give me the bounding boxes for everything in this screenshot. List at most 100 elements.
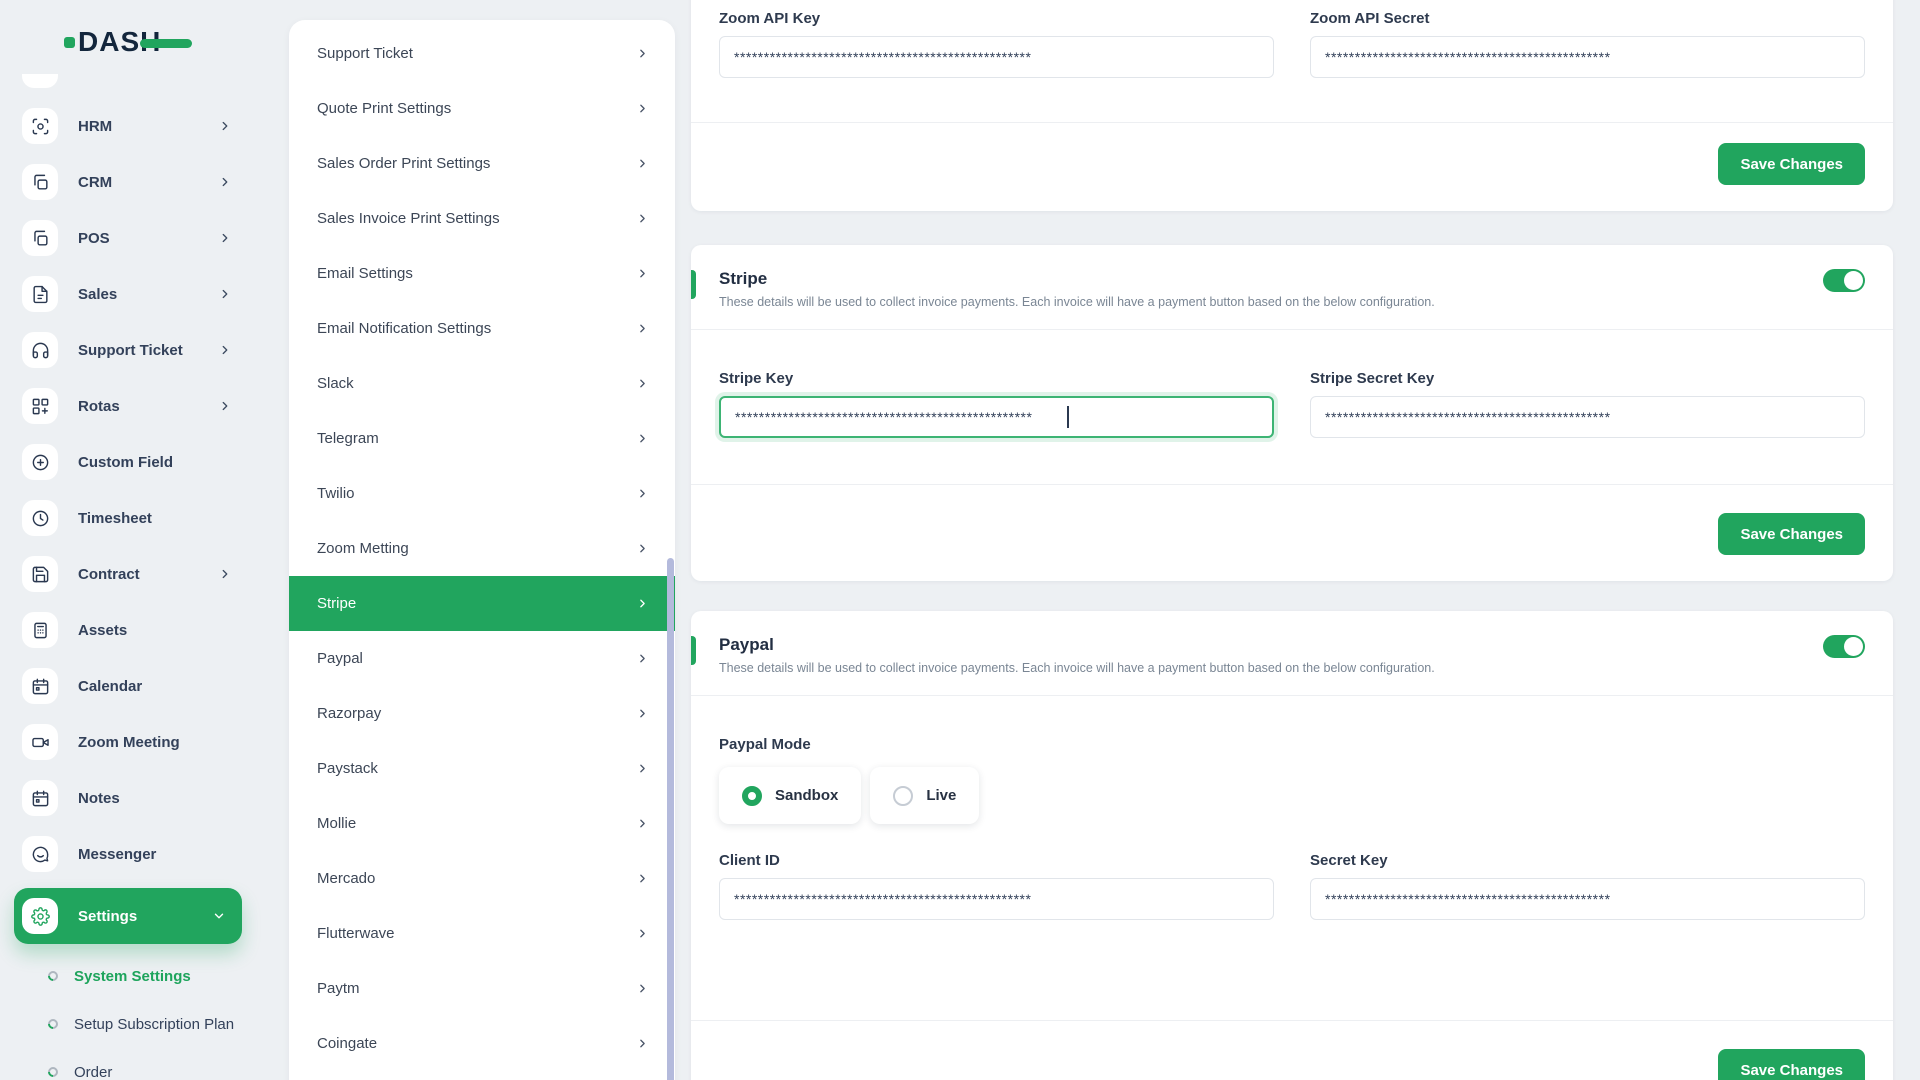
radio-selected-icon: [742, 785, 762, 806]
sidebar-item-label: Messenger: [78, 845, 157, 863]
bullet-icon: [45, 968, 61, 984]
sidebar-item-pos[interactable]: POS: [14, 210, 258, 266]
settings-nav-razorpay[interactable]: Razorpay: [289, 686, 675, 741]
grid-plus-icon: [22, 388, 58, 424]
sidebar-item-assets[interactable]: Assets: [14, 602, 258, 658]
settings-nav-coingate[interactable]: Coingate: [289, 1016, 675, 1071]
settings-nav-sales-invoice-print-settings[interactable]: Sales Invoice Print Settings: [289, 191, 675, 246]
chevron-right-icon: [636, 102, 649, 115]
save-changes-button[interactable]: Save Changes: [1718, 143, 1865, 185]
sidebar-item-order[interactable]: Order: [14, 1048, 258, 1080]
settings-nav-email-settings[interactable]: Email Settings: [289, 246, 675, 301]
sidebar-item-label: Timesheet: [78, 509, 152, 527]
sidebar-item-zoom-meeting[interactable]: Zoom Meeting: [14, 714, 258, 770]
paypal-client-id-field: Client ID: [719, 852, 1274, 920]
sidebar-item-crm[interactable]: CRM: [14, 154, 258, 210]
chevron-right-icon: [218, 287, 232, 301]
sidebar-item-notes[interactable]: Notes: [14, 770, 258, 826]
radio-unselected-icon: [893, 785, 914, 806]
save-changes-button[interactable]: Save Changes: [1718, 513, 1865, 555]
message-icon: [22, 836, 58, 872]
paypal-client-id-input[interactable]: [719, 878, 1274, 920]
sidebar-item-settings[interactable]: Settings: [14, 888, 242, 944]
settings-nav-paystack[interactable]: Paystack: [289, 741, 675, 796]
chevron-right-icon: [636, 432, 649, 445]
settings-nav-telegram[interactable]: Telegram: [289, 411, 675, 466]
zoom-settings-card: Zoom API Key Zoom API Secret Save Change…: [691, 0, 1893, 211]
settings-nav-paytm[interactable]: Paytm: [289, 961, 675, 1016]
stripe-secret-key-field: Stripe Secret Key: [1310, 370, 1865, 438]
settings-nav-email-notification-settings[interactable]: Email Notification Settings: [289, 301, 675, 356]
accent-bar: [691, 636, 696, 665]
chevron-right-icon: [636, 377, 649, 390]
chevron-right-icon: [636, 762, 649, 775]
stripe-key-field: Stripe Key: [719, 370, 1274, 438]
paypal-mode-sandbox-option[interactable]: Sandbox: [719, 767, 862, 824]
stripe-enable-toggle[interactable]: [1823, 269, 1865, 292]
zoom-api-key-input[interactable]: [719, 36, 1274, 78]
chevron-right-icon: [636, 1037, 649, 1050]
settings-nav-mollie[interactable]: Mollie: [289, 796, 675, 851]
settings-nav-quote-print-settings[interactable]: Quote Print Settings: [289, 81, 675, 136]
settings-nav-sales-order-print-settings[interactable]: Sales Order Print Settings: [289, 136, 675, 191]
paypal-mode-live-option[interactable]: Live: [870, 767, 980, 824]
sidebar-item-label: Contract: [78, 565, 140, 583]
stripe-key-input[interactable]: [719, 396, 1274, 438]
sidebar-item-setup-subscription-plan[interactable]: Setup Subscription Plan: [14, 1000, 258, 1048]
brand-logo[interactable]: DASH: [64, 20, 258, 64]
settings-nav-flutterwave[interactable]: Flutterwave: [289, 906, 675, 961]
chevron-right-icon: [218, 175, 232, 189]
card-title: Paypal: [719, 635, 774, 654]
paypal-secret-key-input[interactable]: [1310, 878, 1865, 920]
chevron-right-icon: [636, 47, 649, 60]
sidebar-item-hrm[interactable]: HRM: [14, 98, 258, 154]
sidebar-item-label: Support Ticket: [78, 341, 183, 359]
sidebar-item-support-ticket[interactable]: Support Ticket: [14, 322, 258, 378]
calendar-icon: [22, 780, 58, 816]
sidebar-item-label: Sales: [78, 285, 118, 303]
settings-nav-paypal[interactable]: Paypal: [289, 631, 675, 686]
save-icon: [22, 556, 58, 592]
paypal-enable-toggle[interactable]: [1823, 635, 1865, 658]
sidebar-item-calendar[interactable]: Calendar: [14, 658, 258, 714]
sidebar-item-messenger[interactable]: Messenger: [14, 826, 258, 882]
settings-nav-zoom-meeting[interactable]: Zoom Metting: [289, 521, 675, 576]
settings-nav-support-ticket[interactable]: Support Ticket: [289, 26, 675, 81]
panel-scrollbar-thumb[interactable]: [667, 558, 674, 1080]
chevron-right-icon: [636, 322, 649, 335]
settings-sub-nav: System Settings Setup Subscription Plan …: [14, 952, 258, 1080]
stripe-settings-card: Stripe These details will be used to col…: [691, 245, 1893, 581]
chevron-right-icon: [636, 927, 649, 940]
card-title: Stripe: [719, 269, 768, 288]
paypal-mode-label: Paypal Mode: [719, 736, 811, 753]
sidebar-item-label: Zoom Meeting: [78, 733, 180, 751]
chevron-right-icon: [218, 343, 232, 357]
video-camera-icon: [22, 724, 58, 760]
sidebar-item-sales[interactable]: Sales: [14, 266, 258, 322]
save-changes-button[interactable]: Save Changes: [1718, 1049, 1865, 1080]
zoom-api-secret-input[interactable]: [1310, 36, 1865, 78]
sidebar-item-timesheet[interactable]: Timesheet: [14, 490, 258, 546]
settings-nav-stripe[interactable]: Stripe: [289, 576, 675, 631]
settings-nav-mercado[interactable]: Mercado: [289, 851, 675, 906]
chevron-down-icon: [212, 909, 226, 923]
chevron-right-icon: [636, 652, 649, 665]
chevron-right-icon: [218, 231, 232, 245]
stripe-secret-key-input[interactable]: [1310, 396, 1865, 438]
paypal-settings-card: Paypal These details will be used to col…: [691, 611, 1893, 1080]
bullet-icon: [45, 1016, 61, 1032]
zoom-api-key-field: Zoom API Key: [719, 10, 1274, 78]
settings-nav-skrill[interactable]: Skrill: [289, 1071, 675, 1080]
copy-icon: [22, 220, 58, 256]
sidebar-item-label: Assets: [78, 621, 128, 639]
sidebar-item-contract[interactable]: Contract: [14, 546, 258, 602]
sidebar-item-system-settings[interactable]: System Settings: [14, 952, 258, 1000]
gear-icon: [22, 898, 58, 934]
sidebar-item-rotas[interactable]: Rotas: [14, 378, 258, 434]
settings-nav-slack[interactable]: Slack: [289, 356, 675, 411]
logo-bar: [140, 38, 193, 48]
headphones-icon: [22, 332, 58, 368]
sidebar-item-custom-field[interactable]: Custom Field: [14, 434, 258, 490]
settings-nav-twilio[interactable]: Twilio: [289, 466, 675, 521]
sidebar-item-label: Custom Field: [78, 453, 174, 471]
